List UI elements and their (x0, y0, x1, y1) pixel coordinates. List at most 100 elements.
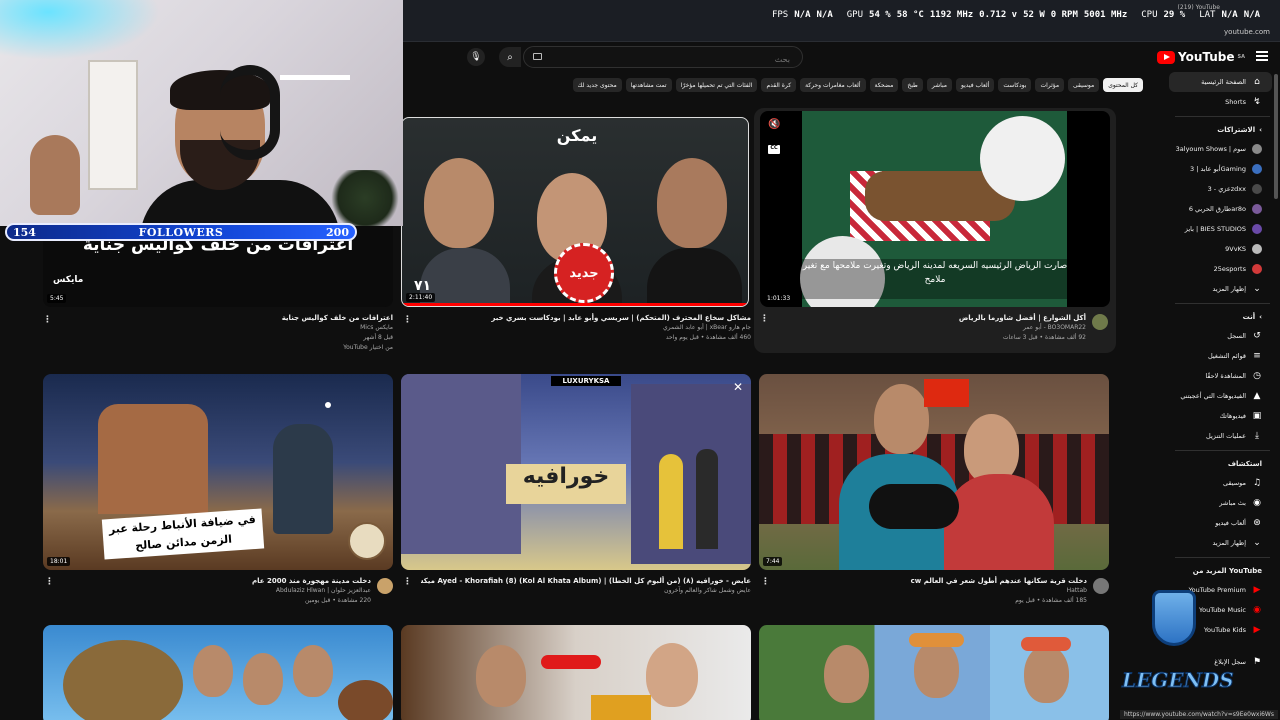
sidebar-item-show-more[interactable]: إظهار المزيد ⌄ (1165, 533, 1280, 553)
chip-cooking[interactable]: طبخ (902, 78, 923, 92)
video-card[interactable] (759, 625, 1109, 720)
video-thumbnail[interactable] (43, 625, 393, 720)
video-card[interactable]: LUXURYKSA خورافيه ✕ عايض - خورافيه (٨) (… (401, 374, 751, 610)
video-card[interactable]: ﻳﻤﻜﻦ جديد ٧١ 2:11:40 مشاكل سخاع المحترف … (401, 117, 751, 357)
sidebar-item-home[interactable]: الصفحة الرئيسية ⌂ (1169, 72, 1272, 92)
sidebar-item-subscription[interactable]: عزي - 3zdxx (1165, 179, 1280, 199)
sidebar-item-subscription[interactable]: 9VvKS (1165, 239, 1280, 259)
you-header[interactable]: أنت ‹ (1165, 308, 1280, 326)
more-options-icon[interactable]: ⋮ (43, 315, 52, 325)
chip-all[interactable]: كل المحتوى (1103, 78, 1143, 92)
channel-name[interactable]: جام هارو xBear | أبو عابد الشمري (431, 323, 751, 333)
video-thumbnail[interactable] (759, 625, 1109, 720)
captions-icon[interactable]: CC (768, 145, 780, 154)
hamburger-menu-icon[interactable] (1256, 51, 1268, 61)
sidebar-item-subscription[interactable]: 25esports (1165, 259, 1280, 279)
channel-avatar[interactable] (377, 578, 393, 594)
video-title[interactable]: اعترافات من خلف كواليس جناية (73, 313, 393, 323)
more-options-icon[interactable]: ⋮ (761, 577, 770, 587)
channel-name[interactable]: مايكس Mics (73, 323, 393, 333)
chip-effects[interactable]: مؤثرات (1035, 78, 1065, 92)
video-title[interactable]: دخلت قرية سكانها عندهم أطول شعر في العال… (777, 576, 1087, 586)
sidebar-item-history[interactable]: السجل ↺ (1165, 326, 1280, 346)
thumbnail-title-art: خورافيه (506, 464, 626, 504)
video-card[interactable]: 7:44 دخلت قرية سكانها عندهم أطول شعر في … (759, 374, 1109, 610)
video-thumbnail[interactable]: 7:44 (759, 374, 1109, 570)
video-title[interactable]: عايض - خورافيه (٨) (من ألبوم كل الخطا) |… (421, 576, 751, 586)
lat-value-2: N/A (1243, 10, 1260, 20)
mute-icon[interactable]: 🔇 (768, 119, 780, 130)
video-thumbnail[interactable]: LUXURYKSA خورافيه ✕ (401, 374, 751, 570)
more-options-icon[interactable]: ⋮ (403, 315, 412, 325)
video-meta: دخلت مدينة مهجورة منذ 2000 عام عبدالعزيز… (71, 576, 371, 606)
sidebar-item-shorts[interactable]: Shorts ↯ (1165, 92, 1280, 112)
video-card[interactable] (43, 625, 393, 720)
video-thumbnail[interactable]: في ضيافة الأنباط رحلة عبر الزمن مدائن صا… (43, 374, 393, 570)
channel-name[interactable]: عبدالعزيز حلوان | Abdulaziz Hlwan (71, 586, 371, 596)
chip-live[interactable]: مباشر (926, 78, 953, 92)
chip-football[interactable]: كرة القدم (761, 78, 797, 92)
more-options-icon[interactable]: ⋮ (760, 314, 769, 324)
chip-music[interactable]: موسيقى (1068, 78, 1100, 92)
video-card[interactable]: في ضيافة الأنباط رحلة عبر الزمن مدائن صا… (43, 374, 393, 610)
search-input[interactable] (524, 49, 802, 70)
sidebar-item-downloads[interactable]: عمليات التنزيل ⤓ (1165, 426, 1280, 446)
flower-crown (909, 633, 964, 647)
chip-action-adventure[interactable]: ألعاب مغامرات وحركة (800, 78, 866, 92)
sidebar-scrollbar[interactable] (1274, 74, 1278, 199)
more-options-icon[interactable]: ⋮ (403, 577, 412, 587)
channel-name[interactable]: BO3OMAR22 - أبو عمر (786, 323, 1086, 333)
address-bar[interactable]: youtube.com (1224, 28, 1270, 36)
video-card-hovered[interactable]: صارت الرياض الرئيسيه السريعه لمدينه الري… (754, 108, 1116, 353)
chip-comedy[interactable]: مضحكة (869, 78, 899, 92)
voice-search-button[interactable]: 🎙 (467, 48, 485, 66)
channel-avatar[interactable] (1093, 578, 1109, 594)
channel-name[interactable]: عايض وشمل شاكر والعالم وآخرون (421, 586, 751, 596)
chip-podcast[interactable]: بودكاست (998, 78, 1032, 92)
sidebar-item-show-more[interactable]: إظهار المزيد ⌄ (1165, 279, 1280, 299)
sidebar-item-label: عمليات التنزيل (1206, 432, 1246, 440)
video-title[interactable]: مشاكل سخاع المحترف (المتحكم) | سريسي وأب… (431, 313, 751, 323)
close-icon[interactable]: ✕ (733, 380, 743, 394)
more-options-icon[interactable]: ⋮ (45, 577, 54, 587)
subscriptions-header[interactable]: الاشتراكات ‹ (1165, 121, 1280, 139)
sidebar-item-watch-later[interactable]: المشاهدة لاحقًا ◷ (1165, 366, 1280, 386)
follower-count: 154 (13, 225, 36, 239)
recommendation-note: من اختيار YouTube (343, 344, 393, 351)
sidebar-item-liked[interactable]: الفيديوهات التي أعجبتني ▲ (1165, 386, 1280, 406)
chip-recently-uploaded[interactable]: الفئات التي تم تحميلها مؤخرًا (675, 78, 758, 92)
channel-avatar[interactable] (1092, 314, 1108, 330)
search-button[interactable]: ⌕ (499, 47, 521, 67)
chevron-left-icon: ‹ (1259, 313, 1262, 321)
video-card[interactable] (401, 625, 751, 720)
video-thumbnail[interactable] (401, 625, 751, 720)
video-title[interactable]: دخلت مدينة مهجورة منذ 2000 عام (71, 576, 371, 586)
duration-badge: 2:11:40 (406, 293, 436, 302)
sidebar-item-label: الصفحة الرئيسية (1201, 78, 1246, 86)
sidebar-item-subscription[interactable]: بايز | BIES STUDIOS (1165, 219, 1280, 239)
keyboard-icon[interactable] (533, 53, 542, 60)
chip-gaming[interactable]: ألعاب فيديو (956, 78, 995, 92)
video-thumbnail[interactable]: ﻳﻤﻜﻦ جديد ٧١ 2:11:40 (401, 117, 749, 307)
video-title[interactable]: أكل الشوارع | أفضل شاورما بالرياض (786, 313, 1086, 323)
traveler-figure (273, 424, 333, 534)
sidebar-item-your-videos[interactable]: فيديوهاتك ▣ (1165, 406, 1280, 426)
woman-dress (944, 474, 1054, 570)
video-meta: أكل الشوارع | أفضل شاورما بالرياض BO3OMA… (786, 313, 1086, 343)
channel-name[interactable]: Hattab (777, 586, 1087, 596)
sidebar-item-gaming[interactable]: ألعاب فيديو ⊛ (1165, 513, 1280, 533)
sidebar-item-subscription[interactable]: أبو عابد | 3Gaming (1165, 159, 1280, 179)
chip-new-to-you[interactable]: محتوى جديد لك (572, 78, 622, 92)
host-face (874, 384, 929, 454)
search-box[interactable] (523, 46, 803, 70)
sidebar-item-subscription[interactable]: طارق الحربي 6ar8o (1165, 199, 1280, 219)
person-figure (657, 158, 727, 248)
chip-watched[interactable]: تمت مشاهدتها (625, 78, 672, 92)
sidebar-item-subscription[interactable]: 3alyoum Shows | سوم (1165, 139, 1280, 159)
divider (1175, 116, 1270, 117)
youtube-logo[interactable]: YouTube SA (1157, 50, 1245, 64)
video-preview[interactable]: صارت الرياض الرئيسيه السريعه لمدينه الري… (760, 111, 1110, 307)
sidebar-item-playlists[interactable]: قوائم التشغيل ≡ (1165, 346, 1280, 366)
sidebar-item-live[interactable]: بث مباشر ◉ (1165, 493, 1280, 513)
sidebar-item-music[interactable]: موسيقى ♫ (1165, 473, 1280, 493)
